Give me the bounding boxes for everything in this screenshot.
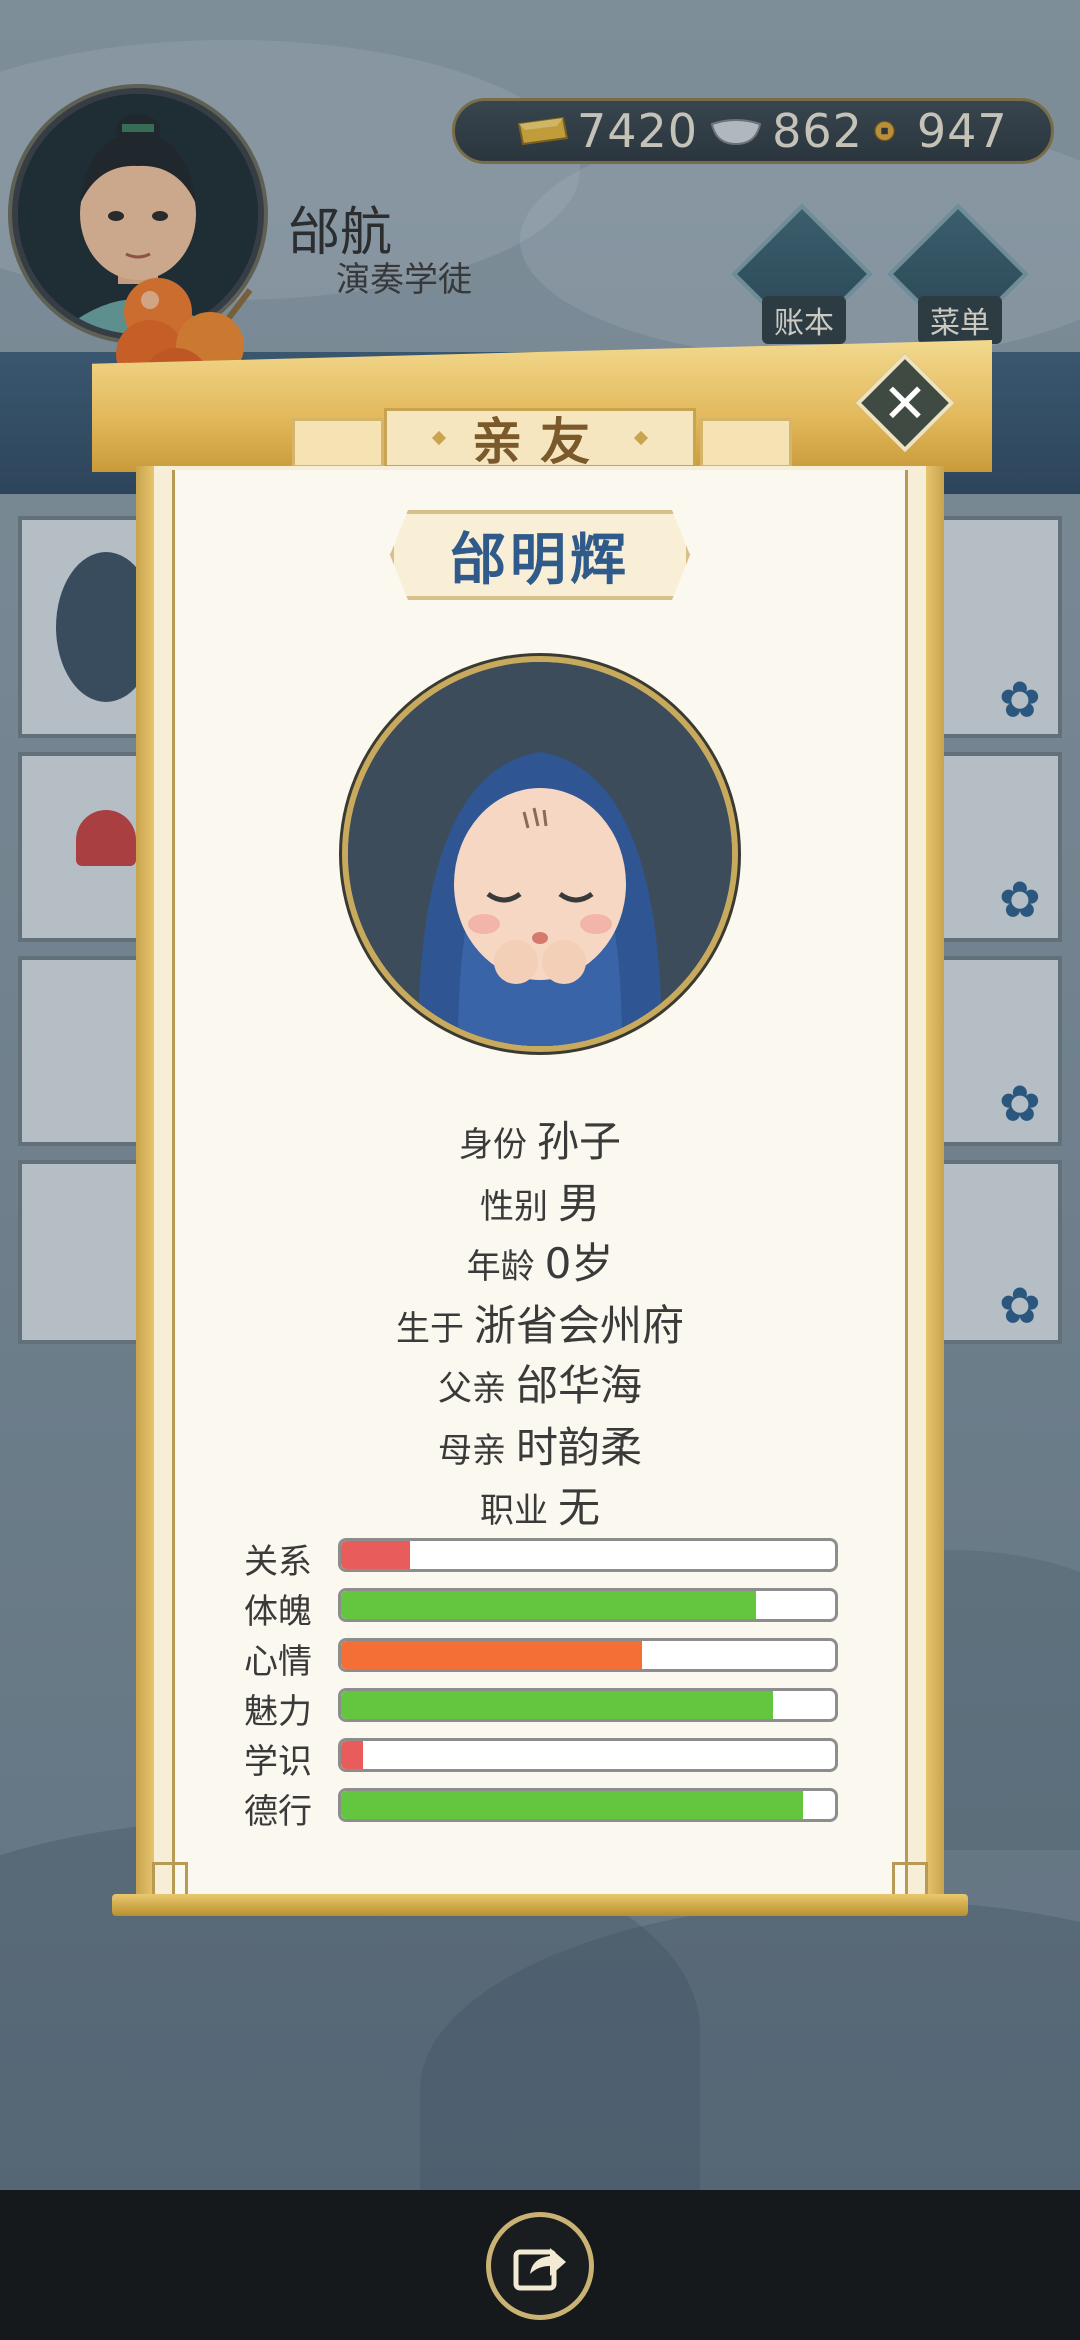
stat-fill: [341, 1741, 364, 1769]
info-label: 母亲: [437, 1431, 506, 1471]
info-value: 孙子: [536, 1117, 621, 1166]
info-label: 父亲: [437, 1369, 506, 1409]
info-identity: 身份 孙子: [172, 1108, 908, 1169]
relative-name: 邰明辉: [450, 527, 630, 593]
stat-bar-physique: [338, 1588, 838, 1622]
banner-ornament-right: [700, 418, 792, 468]
info-label: 性别: [479, 1187, 548, 1227]
info-birthplace: 生于 浙省会州府: [172, 1292, 908, 1353]
share-icon: [513, 2248, 566, 2291]
relative-portrait: [342, 656, 738, 1052]
panel-title-tab: 亲友: [384, 408, 696, 471]
info-value: 邰华海: [515, 1361, 642, 1410]
stat-label-physique: 体魄: [244, 1592, 312, 1632]
stat-bar-knowledge: [338, 1738, 838, 1772]
info-value: 男: [557, 1179, 600, 1228]
stat-bar-charm: [338, 1688, 838, 1722]
relative-name-plate: 邰明辉: [390, 510, 690, 600]
stat-label-charm: 魅力: [244, 1692, 312, 1732]
info-father: 父亲 邰华海: [172, 1352, 908, 1413]
stat-fill: [341, 1641, 643, 1669]
info-label: 身份: [458, 1125, 527, 1165]
corner-ornament: [892, 1862, 928, 1898]
stat-bar-mood: [338, 1638, 838, 1672]
stat-fill: [341, 1591, 756, 1619]
stat-label-knowledge: 学识: [244, 1742, 312, 1782]
info-label: 年龄: [466, 1247, 535, 1287]
share-button[interactable]: [486, 2212, 594, 2320]
info-value: 时韵柔: [515, 1423, 642, 1472]
info-label: 职业: [479, 1491, 548, 1531]
stat-label-virtue: 德行: [244, 1792, 312, 1832]
stat-bar-virtue: [338, 1788, 838, 1822]
stat-fill: [341, 1691, 774, 1719]
corner-ornament: [152, 1862, 188, 1898]
info-value: 0岁: [544, 1239, 614, 1288]
stat-bar-relationship: [338, 1538, 838, 1572]
stat-label-relationship: 关系: [244, 1542, 312, 1582]
stat-fill: [341, 1541, 411, 1569]
info-value: 浙省会州府: [473, 1301, 684, 1350]
info-occupation: 职业无: [172, 1474, 908, 1535]
info-value: 无: [557, 1483, 600, 1532]
banner-ornament-left: [292, 418, 384, 468]
stat-label-mood: 心情: [244, 1642, 312, 1682]
info-age: 年龄 0岁: [172, 1230, 908, 1291]
scroll-bottom-rod: [112, 1894, 968, 1916]
stat-fill: [341, 1791, 803, 1819]
close-icon: ✕: [882, 371, 928, 435]
info-label: 生于: [395, 1309, 464, 1349]
info-mother: 母亲 时韵柔: [172, 1414, 908, 1475]
info-gender: 性别男: [172, 1170, 908, 1231]
panel-title: 亲友: [472, 413, 608, 471]
